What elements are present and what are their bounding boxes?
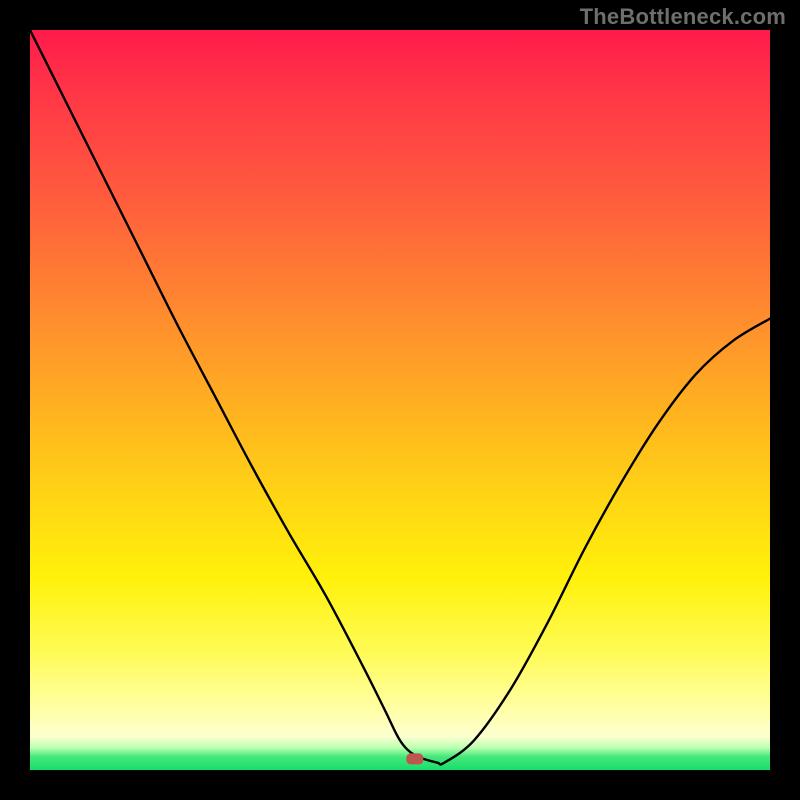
bottleneck-curve [30,30,770,765]
curve-layer [30,30,770,770]
plot-area [30,30,770,770]
optimal-point-marker [407,754,423,764]
chart-frame: TheBottleneck.com [0,0,800,800]
watermark-text: TheBottleneck.com [580,4,786,30]
